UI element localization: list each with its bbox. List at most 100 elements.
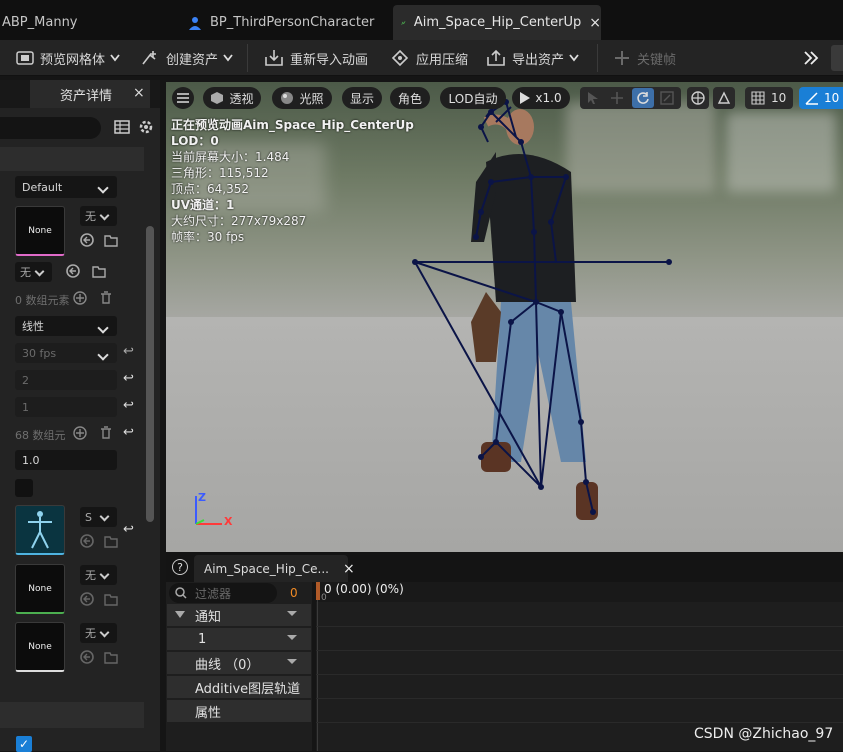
use-selected-icon[interactable]: [80, 534, 94, 548]
skeleton-thumbnail[interactable]: [15, 505, 65, 555]
skeleton-selector[interactable]: Default: [15, 176, 117, 198]
keyframe-button[interactable]: 关键帧: [613, 45, 676, 71]
rotate-icon: [637, 92, 649, 104]
preview-mesh-button[interactable]: 预览网格体: [16, 45, 126, 71]
asset-thumbnail[interactable]: None: [15, 206, 65, 256]
curves-track[interactable]: 曲线 （0）: [167, 652, 311, 674]
reset-icon[interactable]: ↩: [123, 425, 134, 440]
trash-icon[interactable]: [99, 291, 113, 305]
skeleton-figure-icon: [28, 510, 52, 548]
asset-picker-dropdown[interactable]: 无: [15, 262, 52, 282]
rate-scale-field[interactable]: 1.0: [15, 450, 117, 470]
help-icon[interactable]: ?: [172, 559, 188, 575]
tab-aim-space[interactable]: Aim_Space_Hip_CenterUp ×: [393, 5, 601, 40]
notifies-track[interactable]: 通知: [167, 604, 311, 626]
asset-picker-dropdown[interactable]: 无: [80, 206, 117, 226]
rotate-tool-active[interactable]: [632, 88, 654, 108]
skeleton-picker-dropdown[interactable]: S: [80, 507, 117, 527]
preview-viewport[interactable]: 透视 光照 显示 角色 LOD自动 x1.0 10 10 正在预览动画Aim_S…: [166, 82, 843, 552]
collapse-icon: [175, 611, 185, 618]
track-splitter[interactable]: [312, 582, 316, 751]
reset-icon[interactable]: ↩: [123, 398, 134, 413]
timeline-tab[interactable]: Aim_Space_Hip_Ce... ×: [194, 555, 355, 582]
snap-icon: [717, 91, 731, 104]
close-tab-icon[interactable]: ×: [589, 15, 601, 31]
playback-speed-button[interactable]: x1.0: [512, 87, 570, 109]
frame-rate-dropdown[interactable]: 30 fps: [15, 343, 117, 363]
number-field[interactable]: 1: [15, 397, 117, 417]
select-icon[interactable]: [586, 91, 600, 105]
filter-search-input[interactable]: 过滤器: [169, 583, 277, 603]
grid-snap-button[interactable]: 10: [745, 87, 793, 109]
reset-icon[interactable]: ↩: [123, 344, 134, 359]
toolbar-overflow-button[interactable]: [831, 45, 843, 71]
add-element-icon[interactable]: [73, 291, 87, 305]
angle-icon: [805, 92, 818, 105]
attributes-track[interactable]: 属性: [167, 700, 311, 722]
tab-abp-manny[interactable]: ABP_Manny: [0, 5, 160, 40]
details-search-input[interactable]: [0, 117, 101, 139]
viewport-menu-button[interactable]: [172, 87, 194, 109]
notify-track-1[interactable]: 1: [167, 628, 311, 650]
checkbox[interactable]: [15, 479, 33, 497]
surface-snap-button[interactable]: [713, 87, 735, 109]
additive-layer-track[interactable]: Additive图层轨道: [167, 676, 311, 698]
lit-mode-button[interactable]: 光照: [272, 87, 332, 109]
sphere-icon: [281, 92, 294, 104]
use-selected-icon[interactable]: [80, 233, 94, 247]
show-button[interactable]: 显示: [342, 87, 382, 109]
reset-icon[interactable]: ↩: [123, 522, 134, 537]
export-asset-button[interactable]: 导出资产: [486, 45, 585, 71]
apply-compression-button[interactable]: 应用压缩: [390, 45, 468, 71]
close-details-icon[interactable]: ×: [133, 85, 145, 101]
details-section-header[interactable]: [0, 147, 144, 171]
hamburger-icon: [177, 93, 189, 103]
reset-icon[interactable]: ↩: [123, 371, 134, 386]
frame-counter: 0: [290, 586, 298, 600]
browse-folder-icon[interactable]: [104, 592, 118, 606]
character-button[interactable]: 角色: [390, 87, 430, 109]
perspective-button[interactable]: 透视: [203, 87, 261, 109]
checkbox-checked[interactable]: ✓: [16, 736, 32, 752]
create-asset-button[interactable]: 创建资产: [140, 45, 239, 71]
scale-icon[interactable]: [660, 91, 674, 105]
use-selected-icon[interactable]: [66, 264, 80, 278]
preview-anim-label: 正在预览动画Aim_Space_Hip_CenterUp: [171, 118, 414, 132]
tab-bp-thirdpersoncharacter[interactable]: BP_ThirdPersonCharacter: [178, 5, 388, 40]
asset-picker-dropdown[interactable]: 无: [80, 623, 117, 643]
angle-snap-button[interactable]: 10: [799, 87, 843, 109]
interpolation-dropdown[interactable]: 线性: [15, 316, 117, 336]
use-selected-icon[interactable]: [80, 592, 94, 606]
mesh-icon: [16, 51, 34, 65]
browse-folder-icon[interactable]: [104, 534, 118, 548]
toolbar: 预览网格体 创建资产 重新导入动画 应用压缩 导出资产 关键帧: [0, 40, 843, 76]
details-tab[interactable]: 资产详情: [30, 80, 150, 108]
use-selected-icon[interactable]: [80, 650, 94, 664]
move-icon[interactable]: [610, 91, 624, 105]
table-view-icon[interactable]: [114, 119, 130, 135]
details-section-header[interactable]: [0, 702, 144, 728]
globe-icon: [691, 91, 705, 105]
asset-thumbnail[interactable]: None: [15, 622, 65, 672]
details-scrollbar[interactable]: [146, 226, 154, 522]
close-timeline-tab-icon[interactable]: ×: [343, 561, 355, 577]
asset-picker-dropdown[interactable]: 无: [80, 565, 117, 585]
add-element-icon[interactable]: [73, 426, 87, 440]
chevron-down-icon: [223, 54, 233, 62]
asset-thumbnail[interactable]: None: [15, 564, 65, 614]
browse-folder-icon[interactable]: [92, 264, 106, 278]
lod-button[interactable]: LOD自动: [440, 87, 506, 109]
world-space-button[interactable]: [687, 87, 709, 109]
trash-icon[interactable]: [99, 426, 113, 440]
tab-label: ABP_Manny: [2, 15, 78, 30]
ruler-tick-label: 0: [321, 593, 327, 603]
track-separator: [316, 650, 843, 651]
playhead-marker[interactable]: [316, 582, 320, 600]
reimport-animation-button[interactable]: 重新导入动画: [264, 45, 368, 71]
more-options-icon[interactable]: [803, 45, 825, 71]
browse-folder-icon[interactable]: [104, 650, 118, 664]
gear-icon[interactable]: [138, 119, 154, 135]
number-field[interactable]: 2: [15, 370, 117, 390]
chevron-down-icon: [110, 54, 120, 62]
browse-folder-icon[interactable]: [104, 233, 118, 247]
